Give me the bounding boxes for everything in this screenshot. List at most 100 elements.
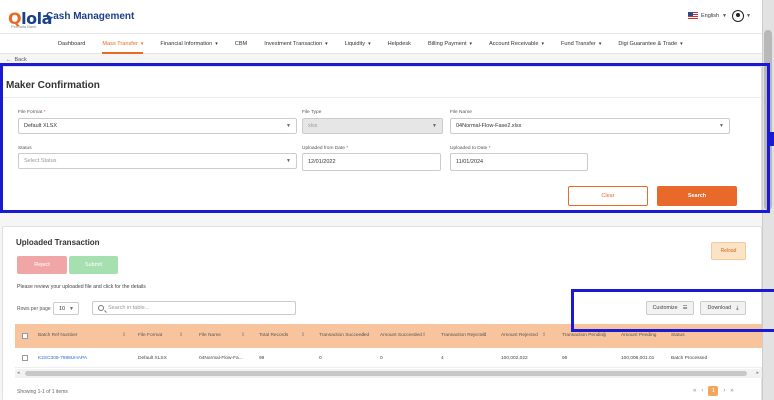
column-header[interactable]: Transaction Rejected xyxy=(441,324,496,348)
nav-item-cbm[interactable]: CBM xyxy=(235,34,247,54)
nav-item-digi-guarantee-trade[interactable]: Digi Guarantee & Trade ▾ xyxy=(618,34,682,54)
nav-label: Financial Information xyxy=(160,40,213,47)
vertical-scrollbar[interactable] xyxy=(762,0,774,400)
chevron-down-icon: ▼ xyxy=(722,12,727,19)
sort-icon[interactable]: ⇕ xyxy=(361,332,365,338)
user-menu[interactable]: ▼ xyxy=(732,10,751,22)
column-header[interactable]: Transaction Pending xyxy=(562,324,617,348)
table-cell: 100,008,001.01 xyxy=(621,355,655,361)
highlight-marker xyxy=(770,132,774,146)
nav-item-helpdesk[interactable]: Helpdesk xyxy=(388,34,411,54)
next-page-icon[interactable]: › xyxy=(723,388,725,394)
table-search xyxy=(92,301,296,315)
column-header[interactable]: Amount Succeeded xyxy=(380,324,435,348)
nav-item-dashboard[interactable]: Dashboard xyxy=(58,34,85,54)
horizontal-scrollbar[interactable]: ◂ ▸ xyxy=(15,369,762,378)
submit-button[interactable]: Submit xyxy=(69,256,118,274)
column-header[interactable]: Amount Pending xyxy=(621,324,669,348)
search-button[interactable]: Search xyxy=(657,186,737,206)
select-all-checkbox[interactable] xyxy=(22,333,28,339)
logo-subtext: Permata Bank xyxy=(11,24,37,29)
chevron-down-icon: ▼ xyxy=(286,158,291,164)
uploaded-from-value: 12/01/2022 xyxy=(308,159,336,165)
nav-item-mass-transfer[interactable]: Mass Transfer ▾ xyxy=(102,34,143,54)
row-checkbox[interactable] xyxy=(22,355,28,361)
nav-label: Account Receivable xyxy=(489,40,539,47)
chevron-down-icon: ▾ xyxy=(680,40,683,47)
column-header[interactable]: File Format xyxy=(138,324,193,348)
table-cell: Batch Processed xyxy=(671,355,708,361)
nav-item-fund-transfer[interactable]: Fund Transfer ▾ xyxy=(561,34,601,54)
uploaded-to-date-input[interactable]: 11/01/2024 xyxy=(450,153,588,171)
back-link[interactable]: ← Back xyxy=(6,57,27,63)
file-name-label: File Name xyxy=(450,110,472,115)
column-header[interactable]: Batch Ref Number xyxy=(38,324,133,348)
scroll-left-icon[interactable]: ◂ xyxy=(17,370,20,376)
column-header[interactable]: File Name xyxy=(199,324,254,348)
app-title: Cash Management xyxy=(46,11,135,22)
pagination: « ‹ 1 › » xyxy=(693,386,734,396)
reload-button[interactable]: Reload xyxy=(711,242,746,260)
section-title: Uploaded Transaction xyxy=(16,238,100,247)
chevron-down-icon: ▾ xyxy=(469,40,473,47)
nav-item-investment-transaction[interactable]: Investment Transaction ▾ xyxy=(264,34,327,54)
nav-item-financial-information[interactable]: Financial Information ▾ xyxy=(160,34,217,54)
sort-icon[interactable]: ⇕ xyxy=(422,332,426,338)
nav-label: Fund Transfer xyxy=(561,40,596,47)
nav-item-billing-payment[interactable]: Billing Payment ▾ xyxy=(428,34,472,54)
customize-button[interactable]: Customize ☰ xyxy=(646,301,694,315)
file-name-select[interactable]: 04Normal-Flow-Fase2.xlsx ▼ xyxy=(450,118,730,134)
chevron-down-icon: ▾ xyxy=(598,40,602,47)
uploaded-to-label: Uploaded to Date * xyxy=(450,146,491,151)
sort-icon[interactable]: ⇕ xyxy=(602,332,606,338)
table-row[interactable]: K2SC309-7998UHAPA Default XLSX 04Normal-Fl… xyxy=(15,348,762,368)
uploaded-from-label: Uploaded from Date * xyxy=(302,146,349,151)
status-placeholder: Select Status xyxy=(24,158,57,164)
first-page-icon[interactable]: « xyxy=(693,388,696,394)
scrollbar-thumb[interactable] xyxy=(25,371,747,376)
rows-per-page-select[interactable]: 10 ▼ xyxy=(53,302,79,315)
status-select[interactable]: Select Status ▼ xyxy=(18,153,297,169)
page-number-button[interactable]: 1 xyxy=(708,386,719,396)
chevron-down-icon: ▼ xyxy=(286,123,291,129)
sort-icon[interactable]: ⇕ xyxy=(542,332,546,338)
sort-icon[interactable]: ⇕ xyxy=(241,332,245,338)
nav-item-account-receivable[interactable]: Account Receivable ▾ xyxy=(489,34,544,54)
user-icon xyxy=(732,10,744,22)
table-cell: 99 xyxy=(259,355,265,361)
nav-label: Mass Transfer xyxy=(102,40,138,47)
chevron-down-icon: ▼ xyxy=(719,123,724,129)
chevron-down-icon: ▾ xyxy=(140,40,144,47)
clear-button[interactable]: Clear xyxy=(568,186,648,206)
sort-icon[interactable]: ⇕ xyxy=(301,332,305,338)
last-page-icon[interactable]: » xyxy=(730,388,733,394)
download-icon: ⤓ xyxy=(736,304,739,311)
vertical-scrollbar-thumb[interactable] xyxy=(764,30,772,210)
scroll-right-icon[interactable]: ▸ xyxy=(756,370,759,376)
language-label: English xyxy=(701,12,720,19)
table-search-input[interactable] xyxy=(108,305,288,311)
nav-item-liquidity[interactable]: Liquidity ▾ xyxy=(345,34,371,54)
column-header[interactable]: Transaction Succeeded xyxy=(319,324,374,348)
sort-icon[interactable]: ⇕ xyxy=(122,332,126,338)
column-header[interactable]: Amount Rejected xyxy=(501,324,556,348)
file-name-value: 04Normal-Flow-Fase2.xlsx xyxy=(456,123,522,129)
prev-page-icon[interactable]: ‹ xyxy=(701,388,703,394)
main-nav: Dashboard Mass Transfer ▾ Financial Informa… xyxy=(0,34,762,54)
column-header[interactable]: Status xyxy=(671,324,731,348)
file-format-select[interactable]: Default XLSX ▼ xyxy=(18,118,297,134)
nav-label: Investment Transaction xyxy=(264,40,323,47)
rows-per-page-label: Rows per page xyxy=(17,306,51,312)
app-window: Qlola Permata Bank Cash Management Engli… xyxy=(0,0,774,400)
columns-icon: ☰ xyxy=(682,305,688,311)
batch-ref-link[interactable]: K2SC309-7998UHAPA xyxy=(38,348,87,368)
file-format-label: File Format * xyxy=(18,110,46,115)
sort-icon[interactable]: ⇕ xyxy=(482,332,486,338)
table-header: Batch Ref Number ⇕ File Format ⇕ File Name ⇕ T… xyxy=(15,324,762,348)
reject-button[interactable]: Reject xyxy=(17,256,67,274)
column-header[interactable]: Total Records xyxy=(259,324,314,348)
sort-icon[interactable]: ⇕ xyxy=(179,332,183,338)
download-button[interactable]: Download ⤓ xyxy=(700,301,746,315)
language-selector[interactable]: English ▼ xyxy=(688,12,727,19)
uploaded-from-date-input[interactable]: 12/01/2022 xyxy=(302,153,441,171)
